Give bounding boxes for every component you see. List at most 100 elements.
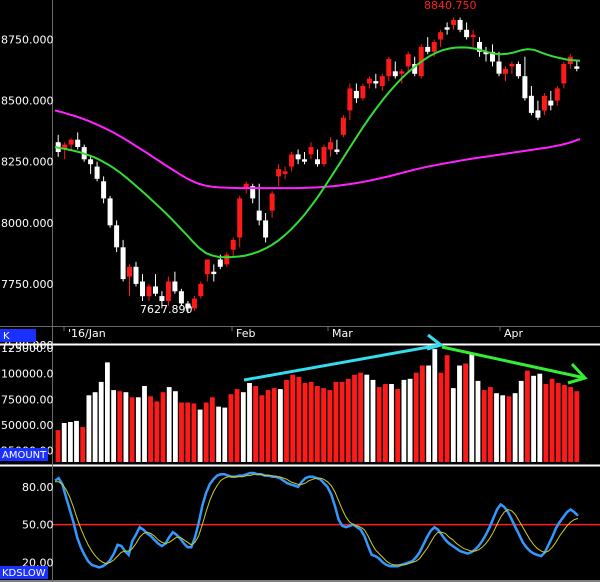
price-tick-label: 8250.000	[1, 156, 54, 169]
volume-uptrend-arrow	[243, 343, 441, 382]
volume-bar	[506, 396, 512, 462]
x-tick-label: Feb	[236, 327, 255, 340]
candle-body	[353, 90, 359, 99]
volume-bar	[469, 354, 475, 462]
volume-bar	[333, 381, 339, 462]
volume-bar	[197, 409, 203, 462]
candle-body	[211, 271, 217, 275]
volume-bar	[518, 380, 524, 462]
candle-body	[561, 64, 567, 84]
candle-body	[140, 281, 145, 297]
volume-bar	[315, 386, 320, 462]
candle-body	[386, 59, 392, 77]
volume-bar	[117, 391, 123, 462]
volume-bar	[574, 391, 580, 462]
volume-bar	[555, 383, 561, 462]
candle-body	[379, 76, 385, 86]
candle-body	[289, 154, 295, 167]
candle-body	[392, 71, 398, 77]
volume-bar	[327, 390, 333, 462]
candle-body	[120, 247, 126, 280]
x-tick-label: '16/Jan	[68, 327, 106, 340]
price-tick-label: 8500.000	[1, 95, 54, 108]
moving-average-line	[54, 109, 581, 190]
volume-bar	[568, 387, 573, 462]
candle-body	[405, 54, 411, 67]
volume-bar	[549, 378, 555, 462]
candle-body	[204, 259, 210, 275]
volume-bar	[438, 372, 444, 462]
volume-bar	[296, 376, 302, 462]
volume-bar	[216, 406, 221, 462]
candle-body	[347, 88, 353, 111]
kd-panel-label: KDSLOW	[2, 568, 46, 579]
candle-body	[496, 61, 502, 74]
price-tick-label: 7750.000	[1, 278, 54, 291]
volume-bar	[160, 392, 166, 462]
candle-body	[328, 142, 333, 150]
candle-body	[88, 159, 94, 165]
volume-panel-label: AMOUNT	[2, 450, 47, 461]
volume-bar	[135, 397, 141, 462]
volume-bar	[339, 381, 345, 462]
volume-bar	[364, 374, 370, 462]
high-annotation: 8840.750	[424, 0, 477, 12]
volume-bar	[432, 349, 438, 462]
candle-body	[276, 169, 282, 177]
volume-bar	[457, 365, 462, 462]
volume-bar	[512, 393, 518, 462]
candle-body	[302, 159, 307, 162]
volume-bar	[259, 395, 265, 462]
candle-body	[522, 76, 528, 99]
volume-bar	[308, 381, 314, 462]
stock-chart: 8750.000 8500.000 8250.000 8000.000 7750.000…	[0, 0, 600, 582]
volume-bar	[123, 392, 129, 462]
candle-body	[127, 266, 132, 277]
volume-bar	[222, 407, 228, 462]
x-axis-ticks: '16/Jan Feb Mar Apr	[63, 326, 524, 340]
candle-body	[217, 259, 223, 267]
volume-bar	[247, 383, 252, 462]
volume-bar	[494, 393, 499, 462]
volume-bar	[463, 363, 468, 462]
volume-bar	[290, 374, 296, 462]
volume-bar	[154, 401, 160, 462]
volume-bar	[376, 387, 382, 462]
candle-body	[237, 198, 243, 238]
candle-body	[308, 147, 314, 155]
volume-bar	[278, 389, 283, 462]
volume-bar	[500, 395, 506, 462]
volume-bar	[55, 430, 61, 462]
candle-body	[503, 68, 508, 74]
volume-bar	[525, 370, 530, 462]
volume-bar	[352, 374, 357, 462]
candle-body	[373, 81, 379, 84]
volume-bar	[203, 402, 209, 462]
candle-body	[334, 149, 340, 152]
candle-body	[114, 225, 120, 248]
volume-bar	[562, 385, 567, 462]
kd-d-line	[55, 473, 579, 566]
price-axis-ticks: 8750.000 8500.000 8250.000 8000.000 7750.000…	[1, 34, 54, 353]
candle-body	[282, 171, 288, 174]
volume-bar	[129, 397, 135, 462]
volume-bar	[191, 403, 197, 462]
volume-tick-label: 50000.00	[1, 419, 54, 432]
candle-body	[159, 296, 165, 301]
volume-bar	[98, 381, 104, 462]
candle-body	[191, 298, 197, 309]
candle-body	[399, 71, 405, 74]
volume-bar	[481, 390, 487, 462]
volume-bar	[142, 386, 147, 462]
candle-body	[178, 291, 184, 304]
volume-bar	[86, 395, 92, 462]
candle-body	[107, 198, 113, 226]
volume-bar	[80, 427, 86, 462]
candle-body	[256, 210, 262, 221]
volume-bar	[426, 365, 431, 462]
volume-bar	[253, 386, 258, 462]
volume-bar	[74, 420, 79, 462]
candle-body	[315, 159, 320, 165]
candle-body	[360, 86, 366, 99]
candle-body	[541, 95, 547, 111]
